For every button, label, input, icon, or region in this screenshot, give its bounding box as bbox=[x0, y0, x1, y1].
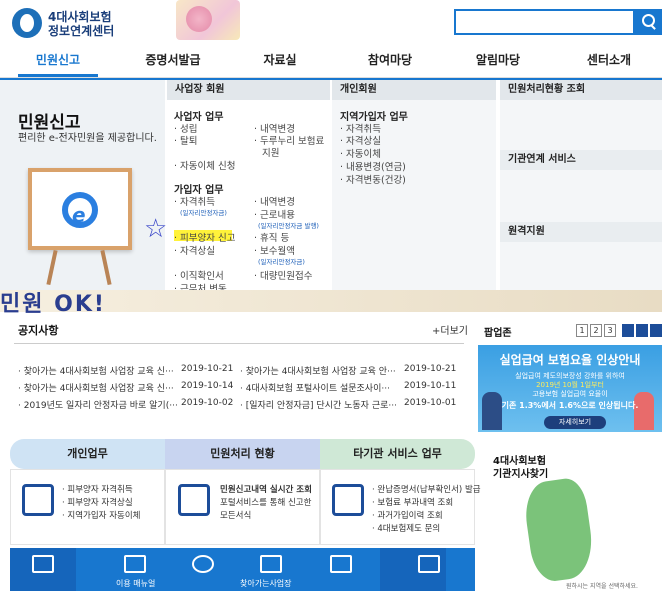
menu-item-withdraw[interactable]: · 탈퇴 bbox=[174, 133, 198, 147]
col-workplace-header[interactable]: 사업장 회원 bbox=[167, 80, 330, 100]
quick-menu-label: 찾아가는사업장 bbox=[240, 579, 292, 588]
col-agency-header[interactable]: 기관연계 서비스 bbox=[500, 150, 662, 170]
presentation-icon bbox=[260, 555, 282, 573]
checklist-icon bbox=[22, 484, 54, 516]
menu-item-bulk-complaint[interactable]: · 대량민원접수 bbox=[254, 268, 312, 282]
tab-status-title[interactable]: 민원신고내역 실시간 조회 bbox=[220, 483, 312, 495]
nav-item-complaint[interactable]: 민원신고 bbox=[18, 44, 98, 78]
nav-item-library[interactable]: 자료실 bbox=[240, 44, 320, 78]
menu-item-wage[interactable]: · 보수월액 bbox=[254, 243, 295, 257]
tab-status[interactable]: 민원처리 현황 bbox=[165, 439, 320, 469]
search-input[interactable] bbox=[454, 9, 635, 35]
check-document-icon bbox=[178, 484, 210, 516]
download-icon bbox=[330, 555, 352, 573]
menu-item-autopay-apply[interactable]: · 자동이체 신청 bbox=[174, 158, 236, 172]
menu-item-loss[interactable]: · 자격상실 bbox=[174, 243, 215, 257]
notice-item[interactable]: · [일자리 안정자금] 단시간 노동자 근로··· bbox=[240, 398, 397, 411]
tab-agency-item[interactable]: · 과거가입이력 조회 bbox=[372, 509, 443, 521]
popup-pause-icon[interactable] bbox=[636, 324, 648, 337]
menu-item-leave[interactable]: · 휴직 등 bbox=[254, 230, 289, 244]
popup-page-2[interactable]: 2 bbox=[590, 324, 602, 337]
menu-item-sub-change[interactable]: · 내역변경 bbox=[254, 194, 295, 208]
korea-map[interactable] bbox=[521, 476, 597, 584]
notice-date: 2019-10-11 bbox=[404, 381, 457, 391]
popup-line3: 고용보험 실업급여 요율이 bbox=[532, 390, 608, 398]
notice-item[interactable]: · 찾아가는 4대사회보험 사업장 교육 신··· bbox=[18, 364, 174, 377]
flower-icon bbox=[186, 6, 212, 32]
menu-item-durunuri-cont[interactable]: 지원 bbox=[262, 145, 279, 159]
menu-item-ind-change-pension[interactable]: · 내용변경(연금) bbox=[340, 159, 406, 173]
logo-icon[interactable] bbox=[12, 8, 42, 38]
notice-item[interactable]: · 2019년도 일자리 안정자금 바로 알기(··· bbox=[18, 398, 178, 411]
monitor-icon bbox=[332, 484, 364, 516]
office-finder-title: 기관지사찾기 bbox=[493, 469, 549, 480]
promo-band-text: 민원 OK! bbox=[0, 292, 106, 317]
chat-icon bbox=[192, 555, 214, 573]
nav-item-notice[interactable]: 알림마당 bbox=[458, 44, 538, 78]
tab-agency-item[interactable]: · 4대보험제도 문의 bbox=[372, 522, 440, 534]
tab-personal[interactable]: 개인업무 bbox=[10, 439, 165, 469]
popup-prev-icon[interactable] bbox=[622, 324, 634, 337]
col-remote-header[interactable]: 원격지원 bbox=[500, 222, 662, 242]
status-column-bg bbox=[500, 80, 662, 290]
menu-item-ind-loss[interactable]: · 자격상실 bbox=[340, 133, 381, 147]
menu-note-job-fund: (일자리안정자금) bbox=[180, 209, 227, 217]
tab-agency[interactable]: 타기관 서비스 업무 bbox=[320, 439, 475, 469]
jeju-map[interactable] bbox=[544, 572, 558, 578]
notice-date: 2019-10-01 bbox=[404, 398, 457, 408]
popup-detail-button[interactable]: 자세히보기 bbox=[544, 416, 606, 429]
quick-menu-label: 이용 매뉴얼 bbox=[116, 579, 156, 588]
logo-text-line2[interactable]: 정보연계센터 bbox=[48, 22, 114, 39]
popup-page-1[interactable]: 1 bbox=[576, 324, 588, 337]
tab-personal-item[interactable]: · 피부양자 자격상실 bbox=[62, 496, 133, 508]
popup-next-icon[interactable] bbox=[650, 324, 662, 337]
popup-headline: 실업급여 보험요율 인상안내 bbox=[499, 353, 641, 367]
menu-note-job-fund-2: (일자리안정자금) bbox=[258, 258, 305, 266]
manual-icon bbox=[124, 555, 146, 573]
notice-date: 2019-10-14 bbox=[181, 381, 234, 391]
main-nav bbox=[0, 44, 662, 78]
grid-icon bbox=[418, 555, 440, 573]
menu-item-ind-autopay[interactable]: · 자동이체 bbox=[340, 146, 381, 160]
menu-item-acquire[interactable]: · 자격취득 bbox=[174, 194, 215, 208]
notice-item[interactable]: · 찾아가는 4대사회보험 사업장 교육 신··· bbox=[18, 381, 174, 394]
notice-more-link[interactable]: +더보기 bbox=[432, 322, 468, 337]
tab-status-desc: 모든서식 bbox=[220, 511, 252, 521]
search-button[interactable] bbox=[635, 9, 662, 35]
col-individual-header[interactable]: 개인회원 bbox=[332, 80, 496, 100]
col-status-header[interactable]: 민원처리현황 조회 bbox=[500, 80, 662, 100]
tab-personal-item[interactable]: · 피부양자 자격취득 bbox=[62, 483, 133, 495]
nav-item-certificate[interactable]: 증명서발급 bbox=[128, 44, 218, 78]
notice-item[interactable]: · 4대사회보험 포털사이트 설문조사이··· bbox=[240, 381, 390, 394]
notice-title: 공지사항 bbox=[18, 324, 59, 337]
menu-item-work-content[interactable]: · 근로내용 bbox=[254, 207, 295, 221]
menu-item-dependent-report[interactable]: · 피부양자 신고 bbox=[174, 230, 236, 244]
menu-note-job-fund-issue: (일자리안정자금 발행) bbox=[258, 222, 319, 230]
notice-date: 2019-10-21 bbox=[404, 364, 457, 374]
tab-personal-item[interactable]: · 지역가입자 자동이체 bbox=[62, 509, 141, 521]
tab-status-desc: 포털서비스를 통해 신고한 bbox=[220, 498, 312, 508]
internet-explorer-icon: e bbox=[62, 192, 98, 228]
notice-item[interactable]: · 찾아가는 4대사회보험 사업장 교육 안··· bbox=[240, 364, 396, 377]
popup-zone-title: 팝업존 bbox=[484, 328, 512, 339]
nav-item-about[interactable]: 센터소개 bbox=[564, 44, 654, 78]
popup-line4: 기존 1.3%에서 1.6%으로 인상됩니다. bbox=[501, 401, 639, 410]
menu-item-ind-change-health[interactable]: · 자격변동(건강) bbox=[340, 172, 406, 186]
notice-date: 2019-10-21 bbox=[181, 364, 234, 374]
star-annotation-icon: ☆ bbox=[144, 214, 168, 244]
document-icon bbox=[32, 555, 54, 573]
popup-page-3[interactable]: 3 bbox=[604, 324, 616, 337]
tab-agency-item[interactable]: · 완납증명서(납부확인서) 발급 bbox=[372, 483, 481, 495]
nav-item-participation[interactable]: 참여마당 bbox=[350, 44, 430, 78]
divider bbox=[14, 343, 464, 344]
nav-active-indicator bbox=[18, 74, 98, 77]
mega-menu-desc: 편리한 e-전자민원을 제공합니다. bbox=[18, 133, 157, 144]
map-note: 원하시는 지역을 선택하세요. bbox=[566, 583, 638, 590]
menu-item-separation-cert[interactable]: · 이직확인서 bbox=[174, 268, 224, 282]
tab-agency-item[interactable]: · 보험료 부과내역 조회 bbox=[372, 496, 453, 508]
notice-date: 2019-10-02 bbox=[181, 398, 234, 408]
